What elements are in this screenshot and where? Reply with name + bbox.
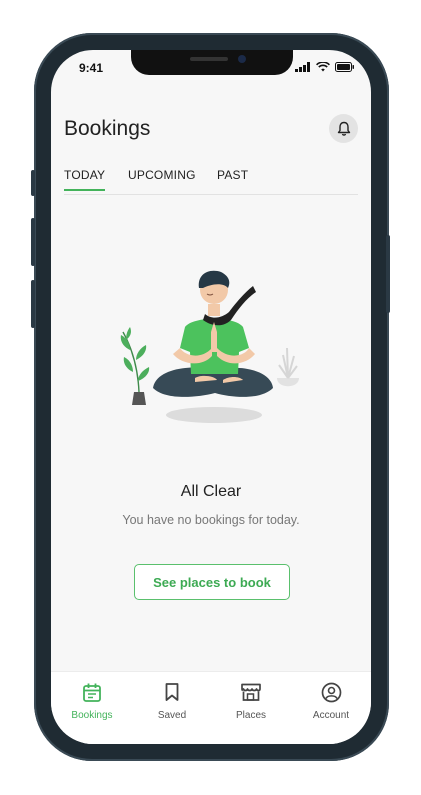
nav-label-account: Account bbox=[312, 710, 350, 721]
status-icons bbox=[295, 62, 355, 72]
nav-item-saved[interactable]: Saved bbox=[140, 681, 204, 721]
notch bbox=[131, 50, 293, 75]
see-places-button[interactable]: See places to book bbox=[134, 564, 290, 600]
camera bbox=[238, 55, 246, 63]
volume-up-button bbox=[31, 218, 35, 266]
notifications-button[interactable] bbox=[329, 114, 358, 143]
nav-item-places[interactable]: Places bbox=[219, 681, 283, 721]
speaker bbox=[190, 57, 228, 61]
wifi-icon bbox=[316, 62, 330, 72]
booking-tabs: TODAY UPCOMING PAST bbox=[64, 168, 358, 195]
battery-icon bbox=[335, 62, 354, 72]
bell-icon bbox=[337, 121, 350, 136]
user-circle-icon bbox=[321, 682, 341, 702]
nav-item-bookings[interactable]: Bookings bbox=[60, 681, 124, 721]
calendar-icon bbox=[83, 683, 101, 702]
volume-down-button bbox=[31, 280, 35, 328]
tab-past[interactable]: PAST bbox=[217, 168, 248, 189]
status-time: 9:41 bbox=[79, 61, 104, 75]
mute-switch bbox=[31, 170, 35, 196]
nav-label-bookings: Bookings bbox=[71, 710, 113, 721]
nav-label-places: Places bbox=[235, 710, 266, 721]
bookmark-icon bbox=[165, 683, 179, 701]
signal-icon bbox=[295, 62, 310, 72]
nav-item-account[interactable]: Account bbox=[299, 681, 363, 721]
nav-label-saved: Saved bbox=[157, 710, 187, 721]
page-title: Bookings bbox=[64, 117, 151, 140]
bottom-nav: Bookings Saved Places Account bbox=[51, 671, 371, 744]
screen: 9:41 Bookings TODAY UPCOMING PAST All Cl… bbox=[51, 50, 371, 744]
storefront-icon bbox=[241, 683, 261, 701]
empty-state-subtitle: You have no bookings for today. bbox=[122, 513, 300, 527]
tab-today[interactable]: TODAY bbox=[64, 168, 106, 191]
empty-state-title: All Clear bbox=[180, 483, 242, 500]
tab-upcoming[interactable]: UPCOMING bbox=[128, 168, 196, 189]
meditation-illustration bbox=[120, 270, 299, 423]
power-button bbox=[386, 235, 390, 313]
